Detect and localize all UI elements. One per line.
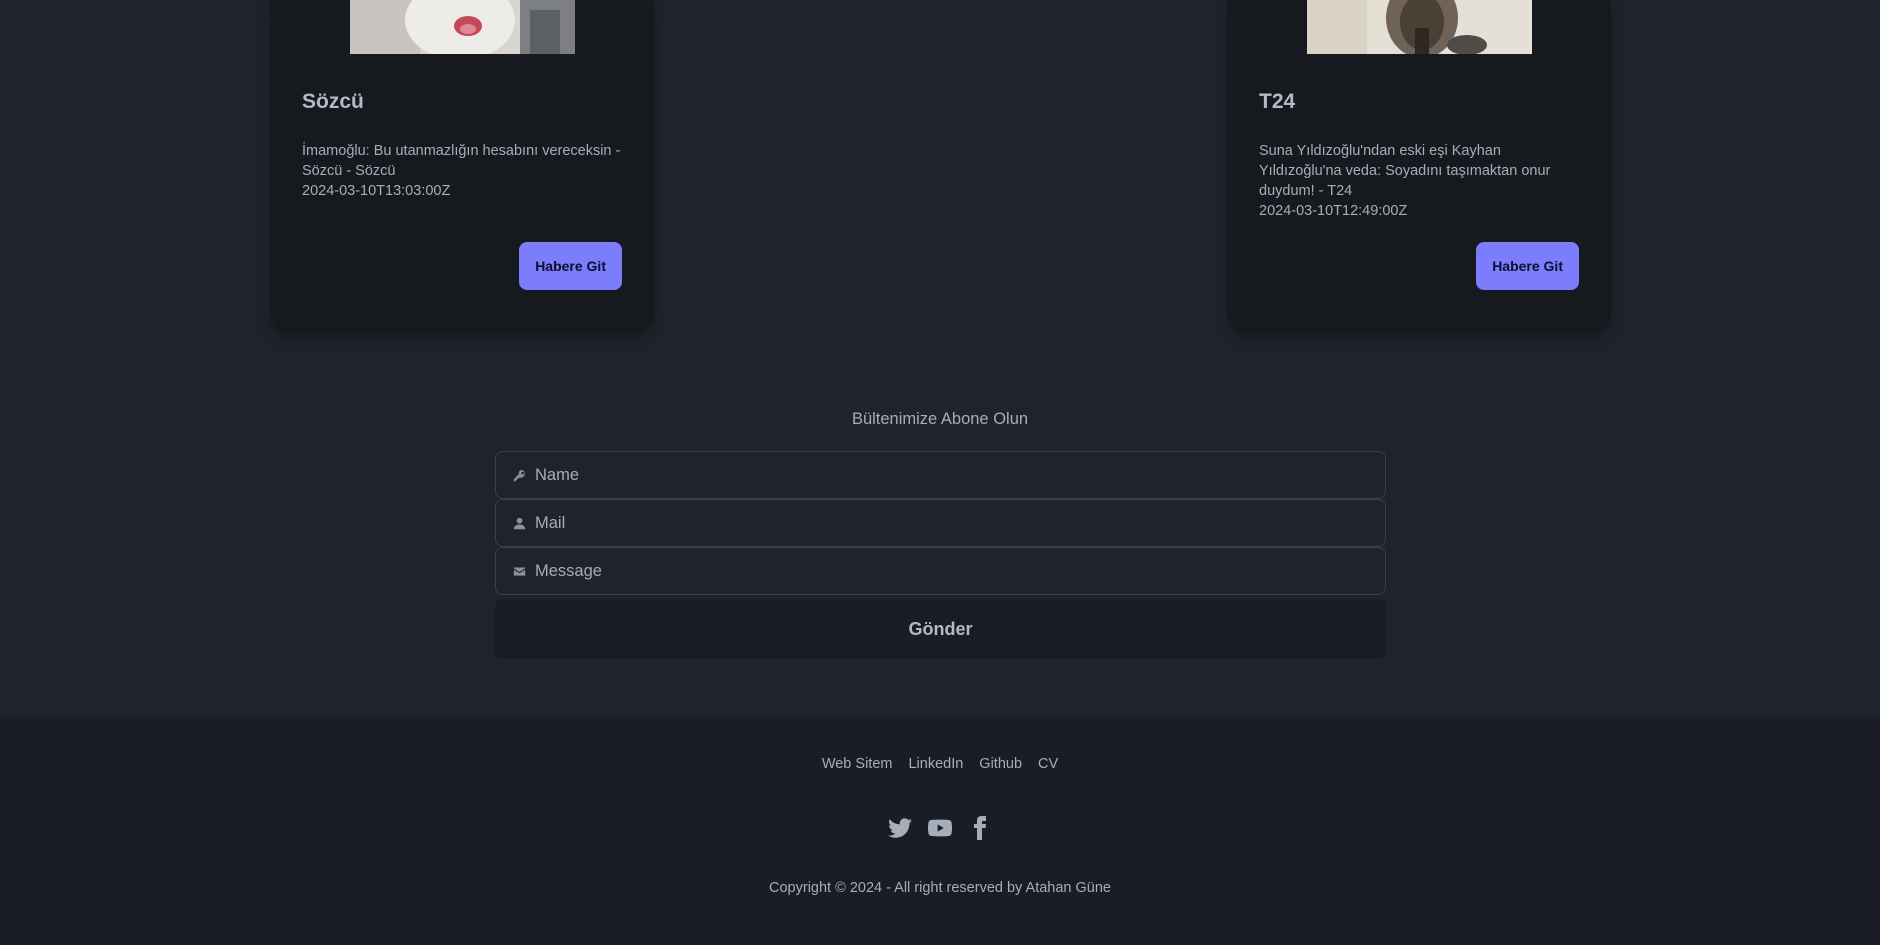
go-to-news-button[interactable]: Habere Git bbox=[519, 242, 622, 290]
envelope-icon bbox=[512, 564, 526, 578]
news-card: T24 Suna Yıldızoğlu'ndan eski eşi Kayhan… bbox=[1227, 0, 1611, 333]
mail-field[interactable] bbox=[495, 499, 1386, 547]
social-links bbox=[0, 816, 1880, 840]
news-image bbox=[1307, 0, 1532, 54]
card-date: 2024-03-10T12:49:00Z bbox=[1259, 203, 1408, 219]
footer-link-github[interactable]: Github bbox=[979, 756, 1022, 772]
mail-input[interactable] bbox=[535, 513, 1369, 533]
footer: Web Sitem LinkedIn Github CV Copyright ©… bbox=[0, 716, 1880, 945]
submit-button[interactable]: Gönder bbox=[495, 599, 1386, 659]
name-field[interactable] bbox=[495, 451, 1386, 499]
news-card: Sözcü İmamoğlu: Bu utanmazlığın hesabını… bbox=[270, 0, 654, 333]
facebook-icon[interactable] bbox=[968, 816, 992, 840]
message-input[interactable] bbox=[535, 561, 1369, 581]
go-to-news-button[interactable]: Habere Git bbox=[1476, 242, 1579, 290]
card-date: 2024-03-10T13:03:00Z bbox=[302, 183, 451, 199]
footer-link-cv[interactable]: CV bbox=[1038, 756, 1058, 772]
footer-links: Web Sitem LinkedIn Github CV bbox=[0, 756, 1880, 772]
card-title: T24 bbox=[1259, 90, 1296, 113]
twitter-icon[interactable] bbox=[888, 816, 912, 840]
card-description: İmamoğlu: Bu utanmazlığın hesabını verec… bbox=[302, 141, 622, 201]
name-input[interactable] bbox=[535, 465, 1369, 485]
footer-link-linkedin[interactable]: LinkedIn bbox=[908, 756, 963, 772]
news-image bbox=[350, 0, 575, 54]
newsletter-title: Bültenimize Abone Olun bbox=[851, 410, 1029, 428]
card-description: Suna Yıldızoğlu'ndan eski eşi Kayhan Yıl… bbox=[1259, 141, 1579, 221]
key-icon bbox=[512, 468, 526, 482]
card-title: Sözcü bbox=[302, 90, 364, 113]
card-description-text: Suna Yıldızoğlu'ndan eski eşi Kayhan Yıl… bbox=[1259, 143, 1551, 199]
user-icon bbox=[512, 516, 526, 530]
message-field[interactable] bbox=[495, 547, 1386, 595]
youtube-icon[interactable] bbox=[927, 816, 953, 840]
footer-link-website[interactable]: Web Sitem bbox=[822, 756, 893, 772]
copyright: Copyright © 2024 - All right reserved by… bbox=[769, 880, 1111, 896]
card-description-text: İmamoğlu: Bu utanmazlığın hesabını verec… bbox=[302, 143, 621, 179]
